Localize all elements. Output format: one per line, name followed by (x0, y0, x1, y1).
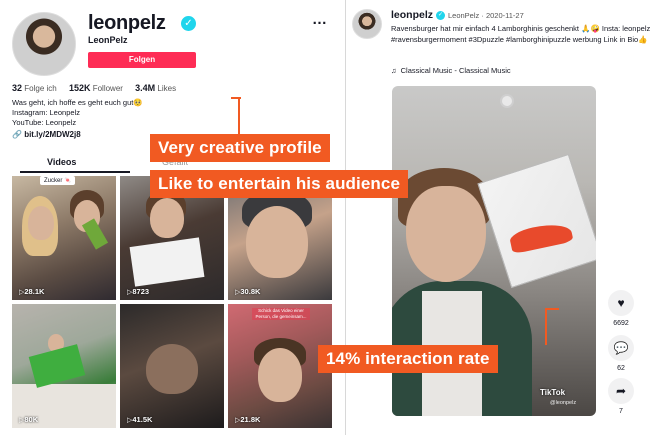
overlay-caption: Schick das Video einer Person, die gemei… (252, 308, 310, 320)
music-note-icon: ♫ (391, 66, 397, 75)
heart-icon: ♥ (608, 290, 634, 316)
likes-label: Likes (157, 84, 177, 93)
likes-stat: 3.4M Likes (135, 83, 177, 93)
followers-stat[interactable]: 152K Follower (68, 83, 125, 93)
video-thumbnail[interactable]: Schick das Video einer Person, die gemei… (228, 304, 332, 428)
view-count: 30.8K (235, 287, 260, 296)
profile-link-text: bit.ly/2MDW2j8 (24, 130, 81, 139)
view-count: 21.8K (235, 415, 260, 424)
view-count: 8723 (127, 287, 149, 296)
tab-underline (20, 171, 130, 173)
bio-line: YouTube: Leonpelz (12, 118, 77, 127)
video-subject-face (406, 186, 486, 282)
post-avatar[interactable] (352, 9, 382, 39)
verified-icon: ✓ (436, 11, 445, 20)
following-label: Folge ich (24, 84, 57, 93)
likes-count: 3.4M (135, 83, 156, 93)
comment-action[interactable]: 💬 62 (607, 335, 635, 372)
annotation-interaction-rate: 14% interaction rate (318, 345, 498, 373)
profile-nickname: LeonPelz (88, 35, 128, 45)
video-thumbnail[interactable]: 41.5K (120, 304, 224, 428)
follow-button[interactable]: Folgen (88, 52, 196, 68)
verified-icon: ✓ (181, 16, 196, 31)
bio-line: Instagram: Leonpelz (12, 108, 80, 117)
post-description: Ravensburger hat mir einfach 4 Lamborghi… (391, 24, 651, 44)
profile-avatar[interactable] (12, 12, 76, 76)
bio-line: Was geht, ich hoffe es geht euch gut🥺 (12, 98, 143, 107)
music-title: Classical Music - Classical Music (400, 66, 511, 75)
comment-count: 62 (617, 365, 625, 372)
annotation-creative-profile: Very creative profile (150, 134, 330, 162)
view-count: 80K (19, 415, 38, 424)
puzzle-box (477, 153, 596, 289)
like-count: 6692 (613, 320, 629, 327)
profile-username: leonpelz (88, 12, 166, 34)
following-count: 32 (12, 83, 23, 93)
followers-label: Follower (92, 84, 123, 93)
profile-stats: 32 Folge ich 152K Follower 3.4M Likes (12, 83, 186, 93)
video-thumbnail[interactable]: 80K (12, 304, 116, 428)
annotation-entertain: Like to entertain his audience (150, 170, 409, 198)
comment-icon: 💬 (608, 335, 634, 361)
profile-bio: Was geht, ich hoffe es geht euch gut🥺 In… (12, 98, 143, 128)
post-username[interactable]: leonpelz (391, 9, 433, 21)
share-icon: ➦ (608, 378, 634, 404)
following-stat[interactable]: 32 Folge ich (12, 83, 59, 93)
more-options-icon[interactable]: … (312, 11, 328, 28)
post-music[interactable]: ♫ Classical Music - Classical Music (391, 66, 511, 75)
video-thumbnail[interactable]: Zucker 🍬 28.1K (12, 176, 116, 300)
tab-videos[interactable]: Videos (47, 157, 76, 167)
post-meta: LeonPelz · 2020-11-27 (448, 11, 524, 20)
view-count: 28.1K (19, 287, 44, 296)
share-count: 7 (619, 408, 623, 415)
tiktok-watermark-handle: @leonpelz (550, 400, 577, 406)
followers-count: 152K (68, 83, 91, 93)
ceiling-lamp (500, 94, 514, 108)
share-action[interactable]: ➦ 7 (607, 378, 635, 415)
annotation-connector (545, 308, 559, 345)
like-action[interactable]: ♥ 6692 (607, 290, 635, 327)
profile-link[interactable]: 🔗 bit.ly/2MDW2j8 (12, 130, 81, 139)
link-icon: 🔗 (12, 130, 25, 139)
tiktok-watermark: TikTok (540, 388, 566, 397)
sticker: Zucker 🍬 (40, 176, 76, 185)
view-count: 41.5K (127, 415, 152, 424)
annotation-connector (231, 97, 241, 134)
